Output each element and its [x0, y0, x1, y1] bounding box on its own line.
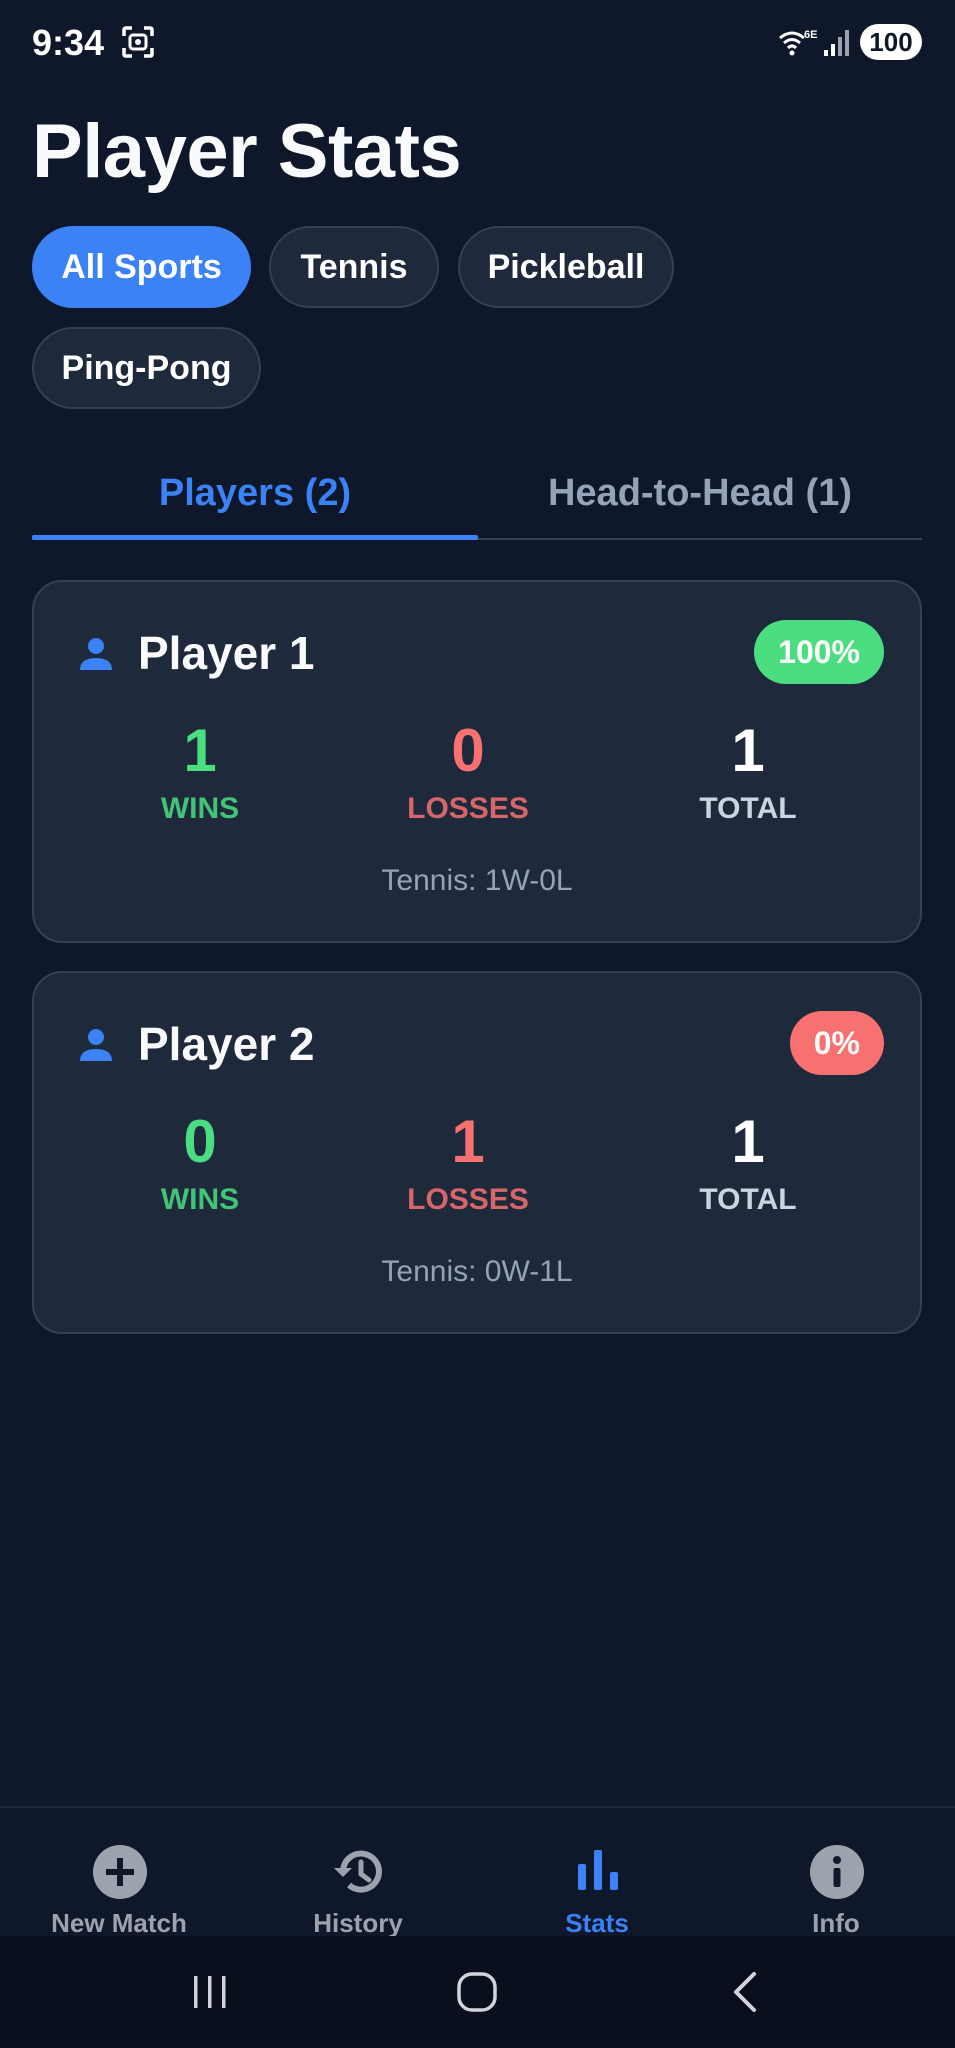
- tab-active-indicator: [32, 535, 478, 540]
- total-stat: 1 TOTAL: [618, 716, 878, 826]
- nav-stats-label: Stats: [565, 1908, 629, 1938]
- tab-head-to-head[interactable]: Head-to-Head (1): [478, 448, 922, 538]
- filter-chip-pickleball[interactable]: Pickleball: [458, 226, 674, 308]
- status-time: 9:34: [32, 22, 105, 63]
- total-stat: 1 TOTAL: [618, 1107, 878, 1217]
- losses-value: 1: [451, 1108, 485, 1175]
- wifi-icon: 6E: [779, 29, 817, 56]
- player-card[interactable]: Player 2 0% 0 WINS 1 LOSSES 1 TOTAL Tenn…: [32, 971, 922, 1334]
- app-root: 9:34 6E 100 Player Stats All Sports Tenn…: [0, 0, 955, 2048]
- player-name: Player 1: [138, 627, 315, 679]
- battery-icon: 100: [860, 24, 922, 60]
- win-percentage-badge: 100%: [754, 620, 884, 684]
- wins-stat: 0 WINS: [70, 1107, 330, 1217]
- nav-history-label: History: [313, 1908, 403, 1938]
- filter-chip-all-sports[interactable]: All Sports: [32, 226, 251, 308]
- info-icon: [810, 1845, 864, 1899]
- screenshot-icon: [122, 26, 154, 58]
- win-percentage-badge: 0%: [789, 1011, 884, 1075]
- person-icon: [80, 638, 112, 670]
- player-card[interactable]: Player 1 100% 1 WINS 0 LOSSES 1 TOTAL Te…: [32, 580, 922, 943]
- bar-chart-icon: [578, 1850, 618, 1890]
- losses-value: 0: [451, 717, 485, 784]
- filter-chip-ping-pong[interactable]: Ping-Pong: [32, 327, 261, 409]
- system-navigation-bar: [0, 1936, 955, 2048]
- back-icon[interactable]: [720, 1966, 772, 2018]
- sport-breakdown: Tennis: 1W-0L: [381, 864, 573, 897]
- nav-info-label: Info: [812, 1908, 860, 1938]
- wins-value: 0: [183, 1108, 217, 1175]
- wins-label: WINS: [160, 792, 240, 825]
- wins-value: 1: [183, 717, 217, 784]
- filter-chip-tennis[interactable]: Tennis: [269, 226, 439, 308]
- total-value: 1: [731, 717, 765, 784]
- bottom-navigation: New Match History Stats Info: [0, 1806, 955, 1938]
- total-value: 1: [731, 1108, 765, 1175]
- person-icon: [80, 1029, 112, 1061]
- wins-stat: 1 WINS: [70, 716, 330, 826]
- page-title: Player Stats: [32, 109, 462, 194]
- losses-label: LOSSES: [407, 792, 529, 825]
- wins-label: WINS: [160, 1183, 240, 1216]
- losses-stat: 1 LOSSES: [338, 1107, 598, 1217]
- home-icon[interactable]: [451, 1966, 503, 2018]
- sport-breakdown: Tennis: 0W-1L: [381, 1255, 573, 1288]
- tab-players[interactable]: Players (2): [32, 448, 478, 538]
- signal-icon: [824, 30, 849, 56]
- recent-apps-icon[interactable]: [184, 1966, 236, 2018]
- nav-new-match[interactable]: New Match: [0, 1808, 238, 1938]
- status-bar: 9:34 6E 100: [0, 0, 955, 86]
- losses-label: LOSSES: [407, 1183, 529, 1216]
- total-label: TOTAL: [699, 1183, 797, 1216]
- nav-stats[interactable]: Stats: [478, 1808, 716, 1938]
- nav-history[interactable]: History: [239, 1808, 477, 1938]
- nav-info[interactable]: Info: [717, 1808, 955, 1938]
- losses-stat: 0 LOSSES: [338, 716, 598, 826]
- nav-new-match-label: New Match: [51, 1908, 187, 1938]
- add-circle-icon: [93, 1845, 147, 1899]
- history-icon: [334, 1850, 382, 1893]
- total-label: TOTAL: [699, 792, 797, 825]
- player-name: Player 2: [138, 1018, 315, 1070]
- network-label: 6E: [804, 29, 817, 41]
